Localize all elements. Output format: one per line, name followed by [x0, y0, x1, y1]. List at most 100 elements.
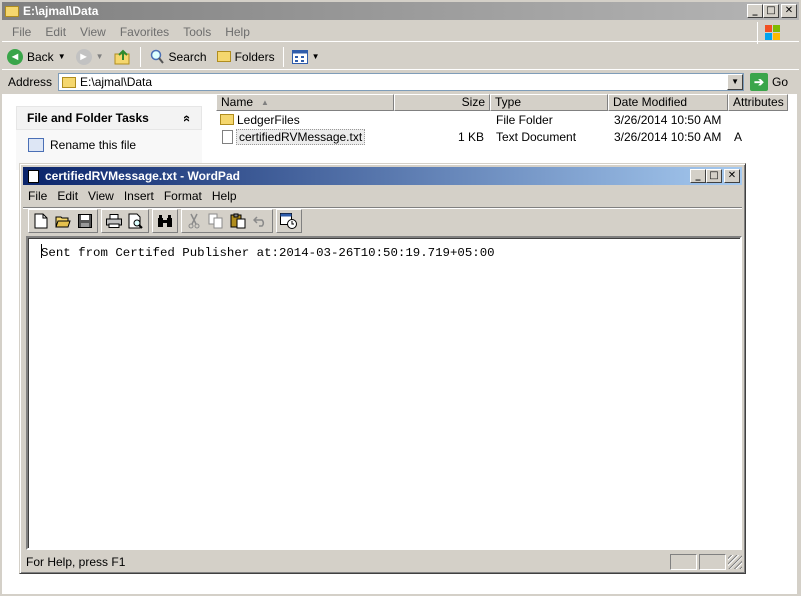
go-label: Go — [772, 75, 789, 89]
document-content: Sent from Certifed Publisher at:2014-03-… — [41, 244, 495, 260]
up-folder-button[interactable] — [109, 48, 137, 66]
copy-icon[interactable] — [205, 210, 227, 232]
back-arrow-icon: ◄ — [7, 48, 23, 65]
column-size[interactable]: Size — [394, 94, 490, 111]
menu-tools[interactable]: Tools — [176, 25, 218, 39]
toolbar-group-insert — [276, 209, 302, 233]
address-value: E:\ajmal\Data — [80, 75, 153, 89]
column-attributes[interactable]: Attributes — [728, 94, 788, 111]
toolbar-group-edit — [181, 209, 273, 233]
rename-label: Rename this file — [50, 138, 137, 152]
windows-logo-icon — [757, 22, 787, 44]
status-text: For Help, press F1 — [26, 555, 126, 569]
find-binoculars-icon[interactable] — [154, 210, 176, 232]
search-label: Search — [168, 49, 207, 64]
window-edge — [797, 94, 801, 594]
paste-icon[interactable] — [227, 210, 249, 232]
status-panel — [699, 554, 726, 570]
file-name-cell: LedgerFiles — [216, 113, 394, 127]
toolbar-separator — [139, 46, 141, 67]
file-type: Text Document — [496, 129, 577, 144]
forward-arrow-icon: ► — [75, 48, 92, 65]
insert-datetime-icon[interactable] — [278, 210, 300, 232]
folder-icon — [5, 5, 19, 17]
menu-view[interactable]: View — [73, 25, 113, 39]
menu-format[interactable]: Format — [159, 189, 207, 203]
up-folder-icon — [114, 49, 130, 64]
resize-grip-icon[interactable] — [728, 555, 742, 569]
menu-view[interactable]: View — [83, 189, 119, 203]
toolbar-separator — [282, 46, 284, 67]
menu-favorites[interactable]: Favorites — [113, 25, 176, 39]
undo-icon[interactable] — [249, 210, 271, 232]
menu-help[interactable]: Help — [207, 189, 242, 203]
back-button[interactable]: ◄ Back ▼ — [2, 48, 71, 65]
file-name-cell: certifiedRVMessage.txt — [216, 128, 394, 145]
print-preview-icon[interactable] — [125, 210, 147, 232]
menu-file[interactable]: File — [23, 189, 52, 203]
new-document-icon[interactable] — [30, 210, 52, 232]
tasks-header-label: File and Folder Tasks — [27, 111, 149, 125]
document-text: Sent from Certifed Publisher at:2014-03-… — [41, 246, 495, 260]
column-name[interactable]: Name ▲ — [216, 94, 394, 111]
dropdown-arrow-icon[interactable]: ▼ — [96, 52, 104, 61]
go-arrow-icon: ➔ — [750, 73, 769, 91]
document-icon — [28, 169, 39, 183]
minimize-button[interactable]: _ — [747, 4, 763, 18]
wordpad-menubar: File Edit View Insert Format Help — [23, 186, 742, 205]
search-icon — [150, 49, 164, 64]
go-button[interactable]: ➔ Go — [750, 73, 788, 91]
status-panel — [670, 554, 697, 570]
menu-edit[interactable]: Edit — [52, 189, 83, 203]
toolbar-group-find — [152, 209, 178, 233]
file-attributes: A — [734, 129, 743, 144]
maximize-button[interactable]: □ — [706, 169, 722, 183]
file-modified: 3/26/2014 10:50 AM — [614, 129, 722, 144]
wordpad-titlebar[interactable]: certifiedRVMessage.txt - WordPad _ □ ✕ — [23, 167, 742, 185]
address-dropdown-button[interactable]: ▼ — [727, 74, 744, 90]
minimize-button[interactable]: _ — [690, 169, 706, 183]
menu-edit[interactable]: Edit — [38, 25, 73, 39]
close-button[interactable]: ✕ — [724, 169, 740, 183]
dropdown-arrow-icon[interactable]: ▼ — [312, 52, 320, 61]
file-type: File Folder — [496, 112, 553, 127]
close-button[interactable]: ✕ — [781, 4, 797, 18]
table-row[interactable]: LedgerFiles File Folder 3/26/2014 10:50 … — [216, 111, 799, 128]
folder-icon — [220, 114, 234, 125]
file-size: 1 KB — [457, 129, 484, 144]
address-input[interactable]: E:\ajmal\Data ▼ — [58, 73, 745, 91]
column-type[interactable]: Type — [490, 94, 608, 111]
column-headers: Name ▲ Size Type Date Modified Attribute… — [216, 94, 799, 111]
cut-icon[interactable] — [183, 210, 205, 232]
views-button[interactable]: ▼ — [287, 49, 325, 64]
collapse-icon[interactable]: « — [180, 114, 195, 121]
print-icon[interactable] — [103, 210, 125, 232]
forward-button[interactable]: ► ▼ — [71, 48, 109, 65]
file-folder-tasks-header[interactable]: File and Folder Tasks « — [16, 106, 202, 130]
menu-insert[interactable]: Insert — [119, 189, 159, 203]
explorer-titlebar[interactable]: E:\ajmal\Data _ □ ✕ — [2, 2, 799, 20]
folders-button[interactable]: Folders — [212, 50, 280, 64]
column-date-modified[interactable]: Date Modified — [608, 94, 728, 111]
maximize-button[interactable]: □ — [763, 4, 779, 18]
menu-file[interactable]: File — [2, 25, 38, 39]
back-label: Back — [27, 49, 54, 64]
menu-help[interactable]: Help — [218, 25, 257, 39]
wordpad-title: certifiedRVMessage.txt - WordPad — [45, 169, 240, 183]
folders-label: Folders — [234, 49, 275, 64]
search-button[interactable]: Search — [144, 49, 212, 65]
folders-icon — [216, 51, 231, 62]
explorer-title: E:\ajmal\Data — [23, 4, 99, 18]
dropdown-arrow-icon[interactable]: ▼ — [58, 52, 66, 61]
document-editor[interactable]: Sent from Certifed Publisher at:2014-03-… — [26, 236, 742, 550]
address-label: Address — [8, 75, 53, 89]
file-name: LedgerFiles — [237, 112, 300, 127]
toolbar-group-print — [101, 209, 149, 233]
table-row[interactable]: certifiedRVMessage.txt 1 KB Text Documen… — [216, 128, 799, 145]
open-folder-icon[interactable] — [52, 210, 74, 232]
save-icon[interactable] — [74, 210, 96, 232]
status-bar: For Help, press F1 — [23, 553, 742, 571]
file-modified: 3/26/2014 10:50 AM — [614, 112, 722, 127]
rename-file-task[interactable]: Rename this file — [28, 138, 136, 152]
toolbar-group-file — [28, 209, 98, 233]
